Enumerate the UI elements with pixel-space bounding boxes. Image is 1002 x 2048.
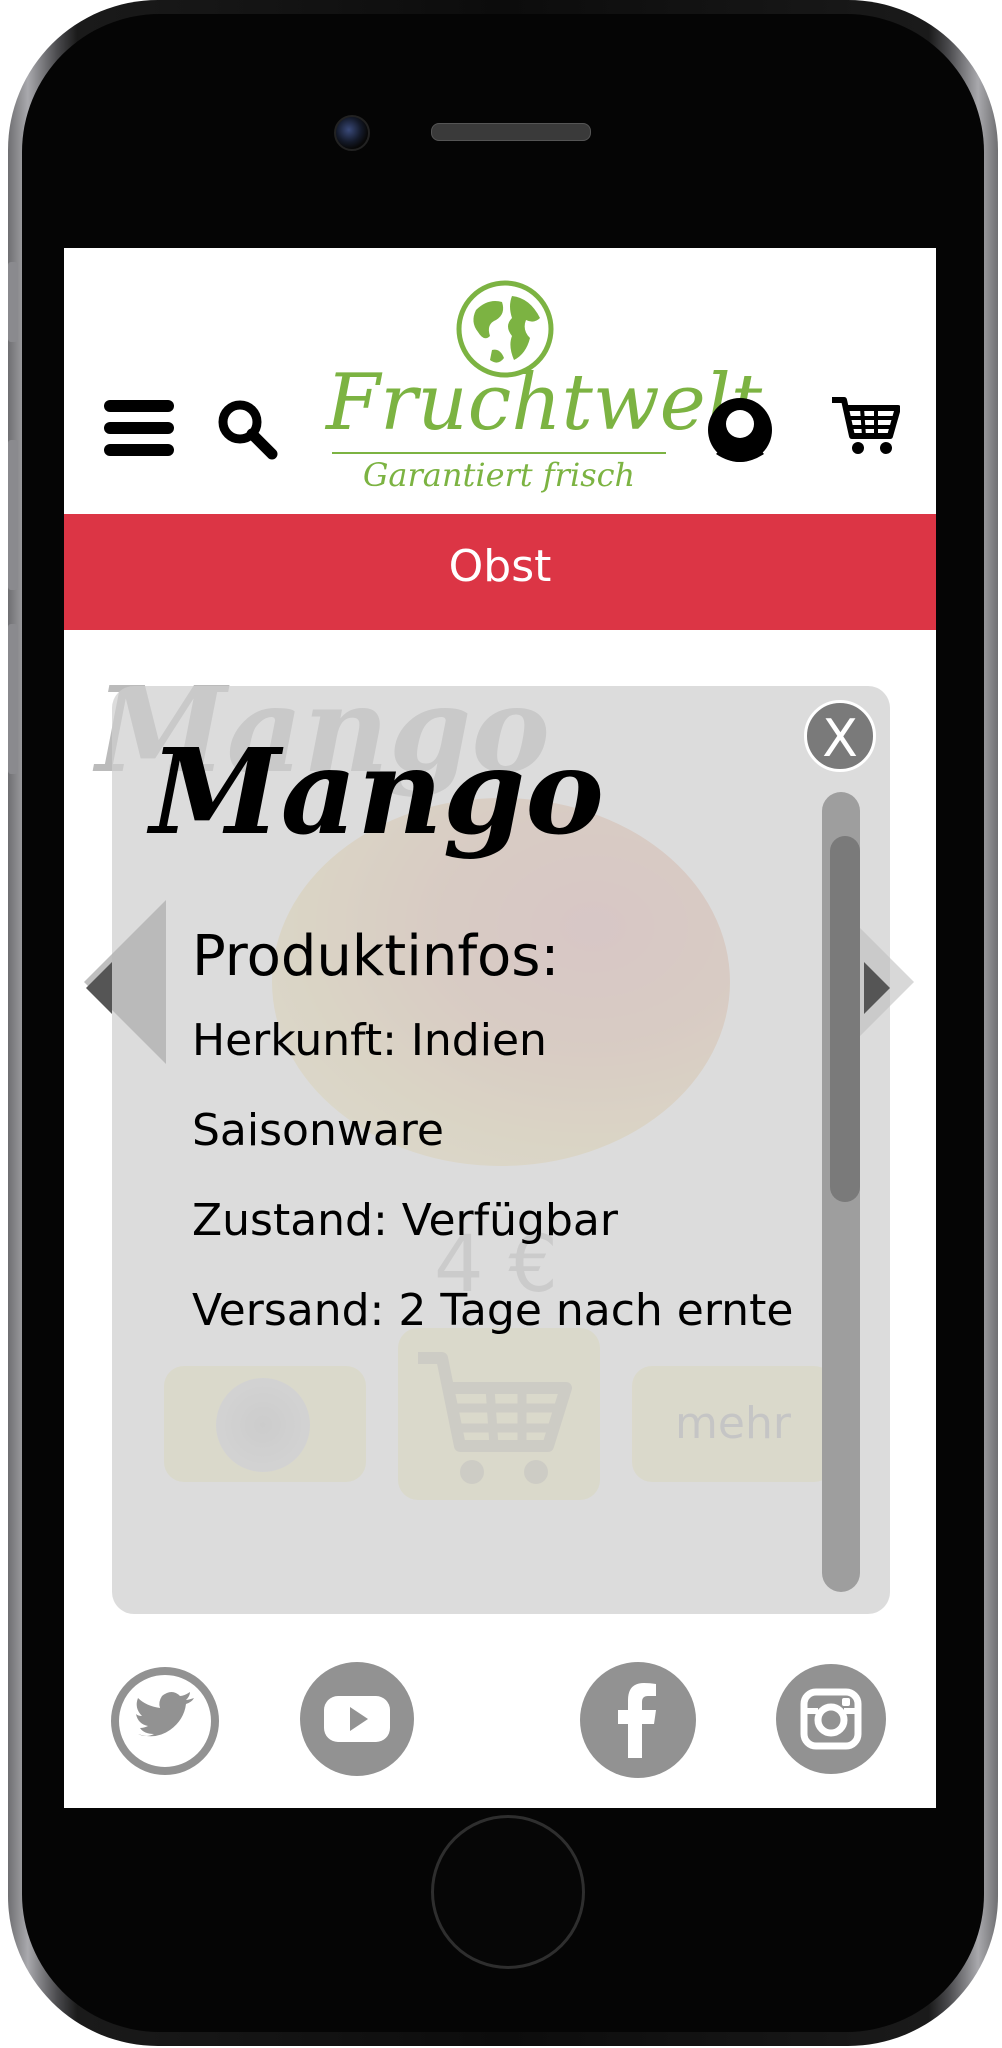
earpiece-speaker bbox=[431, 123, 591, 141]
instagram-icon[interactable] bbox=[776, 1664, 886, 1774]
close-button[interactable]: X bbox=[804, 700, 876, 772]
product-info-title: Produktinfos: bbox=[192, 924, 560, 989]
home-button[interactable] bbox=[431, 1815, 585, 1969]
next-arrow-icon[interactable] bbox=[864, 962, 890, 1014]
front-camera bbox=[334, 115, 370, 151]
facebook-icon[interactable] bbox=[580, 1662, 696, 1778]
mute-switch bbox=[8, 262, 18, 342]
prev-arrow-icon[interactable] bbox=[86, 962, 112, 1014]
info-availability: Zustand: Verfügbar bbox=[192, 1195, 618, 1246]
app-screen: Fruchtwelt Garantiert frisch Obst Mango … bbox=[64, 248, 936, 1808]
scrollbar-thumb[interactable] bbox=[830, 836, 860, 1202]
volume-up-button bbox=[8, 440, 18, 590]
info-origin: Herkunft: Indien bbox=[192, 1015, 547, 1066]
product-title: Mango bbox=[150, 722, 605, 861]
youtube-icon[interactable] bbox=[300, 1662, 414, 1776]
info-seasonal: Saisonware bbox=[192, 1105, 444, 1156]
product-info: Produktinfos: Herkunft: Indien Saisonwar… bbox=[192, 924, 793, 1371]
twitter-icon[interactable] bbox=[110, 1666, 220, 1776]
info-shipping: Versand: 2 Tage nach ernte bbox=[192, 1285, 794, 1336]
volume-down-button bbox=[8, 624, 18, 774]
